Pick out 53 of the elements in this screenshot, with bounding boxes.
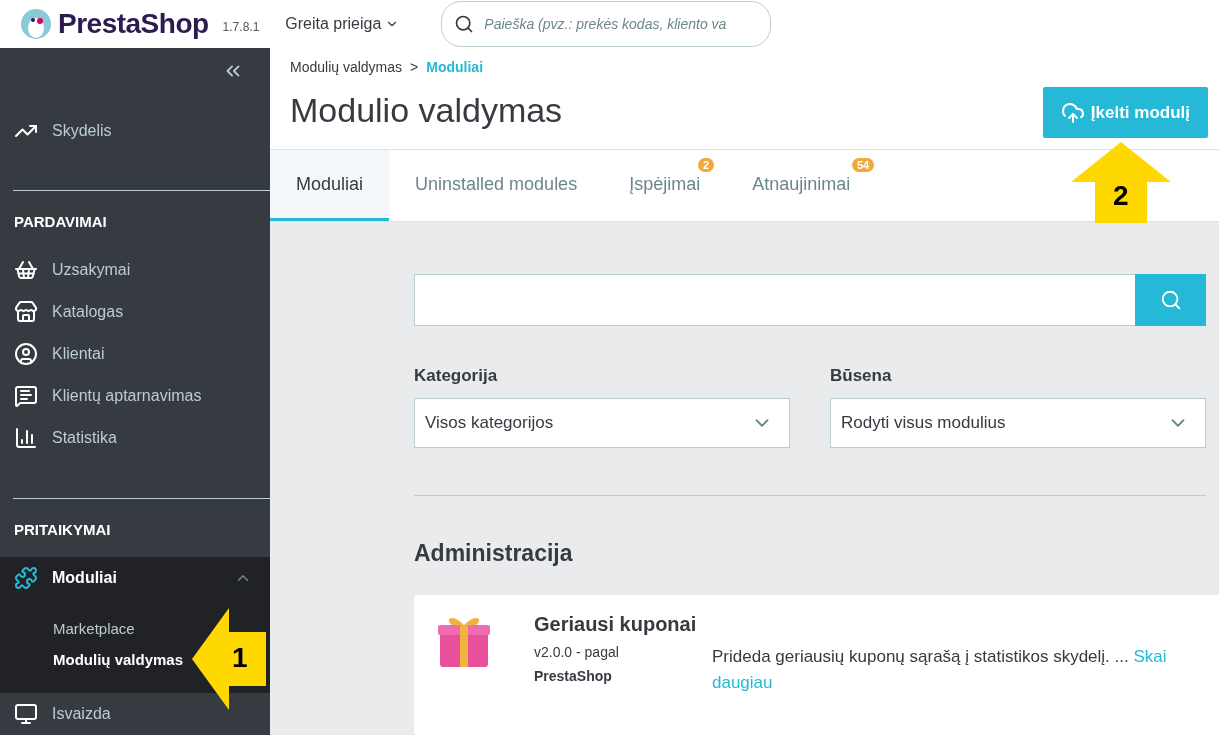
sidebar-item[interactable]: Skydelis <box>0 110 270 152</box>
filter-label: Kategorija <box>414 366 499 386</box>
sidebar-section-title: PARDAVIMAI <box>13 212 108 232</box>
count-badge: 54 <box>852 158 875 172</box>
sidebar-label: Statistika <box>52 429 118 447</box>
submenu-item[interactable]: Modulių valdymas <box>53 644 184 675</box>
sidebar-item[interactable]: Katalogas <box>0 291 270 333</box>
filter-dropdown[interactable]: Rodyti visus modulius <box>830 398 1206 448</box>
logo-text: PrestaShop <box>58 8 209 40</box>
breadcrumb-link[interactable]: Modulių valdymas <box>290 59 403 75</box>
search-icon <box>454 14 475 34</box>
sidebar-item[interactable]: Uzsakymai <box>0 249 270 291</box>
sidebar-section-title: PRITAIKYMAI <box>13 520 112 540</box>
module-name: Geriausi kuponai <box>534 613 698 636</box>
bar-chart-icon <box>14 426 38 450</box>
sidebar-label: Moduliai <box>52 569 118 587</box>
sidebar-label: Katalogas <box>52 303 125 321</box>
sidebar-item[interactable]: Klientai <box>0 333 270 375</box>
sidebar-label: Uzsakymai <box>52 261 132 279</box>
search-icon <box>1159 289 1182 311</box>
sidebar-item[interactable]: Klientų aptarnavimas <box>0 375 270 417</box>
sidebar-label: Isvaizda <box>52 705 112 723</box>
puzzle-icon <box>14 566 38 590</box>
callout-number: 2 <box>1113 180 1129 212</box>
sidebar-item[interactable]: Moduliai <box>0 557 270 599</box>
module-author: PrestaShop <box>534 668 613 684</box>
store-icon <box>14 300 38 324</box>
cloud-upload-icon <box>1060 100 1085 125</box>
count-badge: 2 <box>698 158 715 172</box>
sidebar-label: Klientai <box>52 345 106 363</box>
sidebar-item[interactable]: Isvaizda <box>0 693 270 735</box>
page-title: Modulio valdymas <box>290 91 563 130</box>
chat-icon <box>14 384 38 408</box>
module-version: v2.0.0 - pagal <box>534 644 620 660</box>
logo-icon <box>20 8 52 40</box>
filter-label: Būsena <box>830 366 893 386</box>
breadcrumb-separator: > <box>410 59 419 75</box>
sidebar-label: Klientų aptarnavimas <box>52 387 203 405</box>
tab[interactable]: Moduliai <box>270 150 390 221</box>
sidebar-label: Skydelis <box>52 122 113 140</box>
search-field[interactable]: Paieška (pvz.: prekės kodas, kliento va <box>441 1 772 47</box>
sidebar-item[interactable]: Statistika <box>0 417 270 459</box>
section-title: Administracija <box>414 540 574 567</box>
version-text: 1.7.8.1 <box>222 20 260 34</box>
module-description: Prideda geriausių kuponų sąrašą į statistikos skydelį. ... <box>712 647 1129 666</box>
basket-icon <box>14 258 38 282</box>
submenu-item[interactable]: Marketplace <box>53 613 135 644</box>
module-search-field[interactable] <box>414 274 1135 326</box>
callout-number: 1 <box>232 642 248 674</box>
filter-dropdown[interactable]: Visos kategorijos <box>414 398 790 448</box>
quick-access-dropdown[interactable]: Greita prieiga <box>285 15 400 33</box>
user-icon <box>14 342 38 366</box>
monitor-icon <box>14 702 38 726</box>
